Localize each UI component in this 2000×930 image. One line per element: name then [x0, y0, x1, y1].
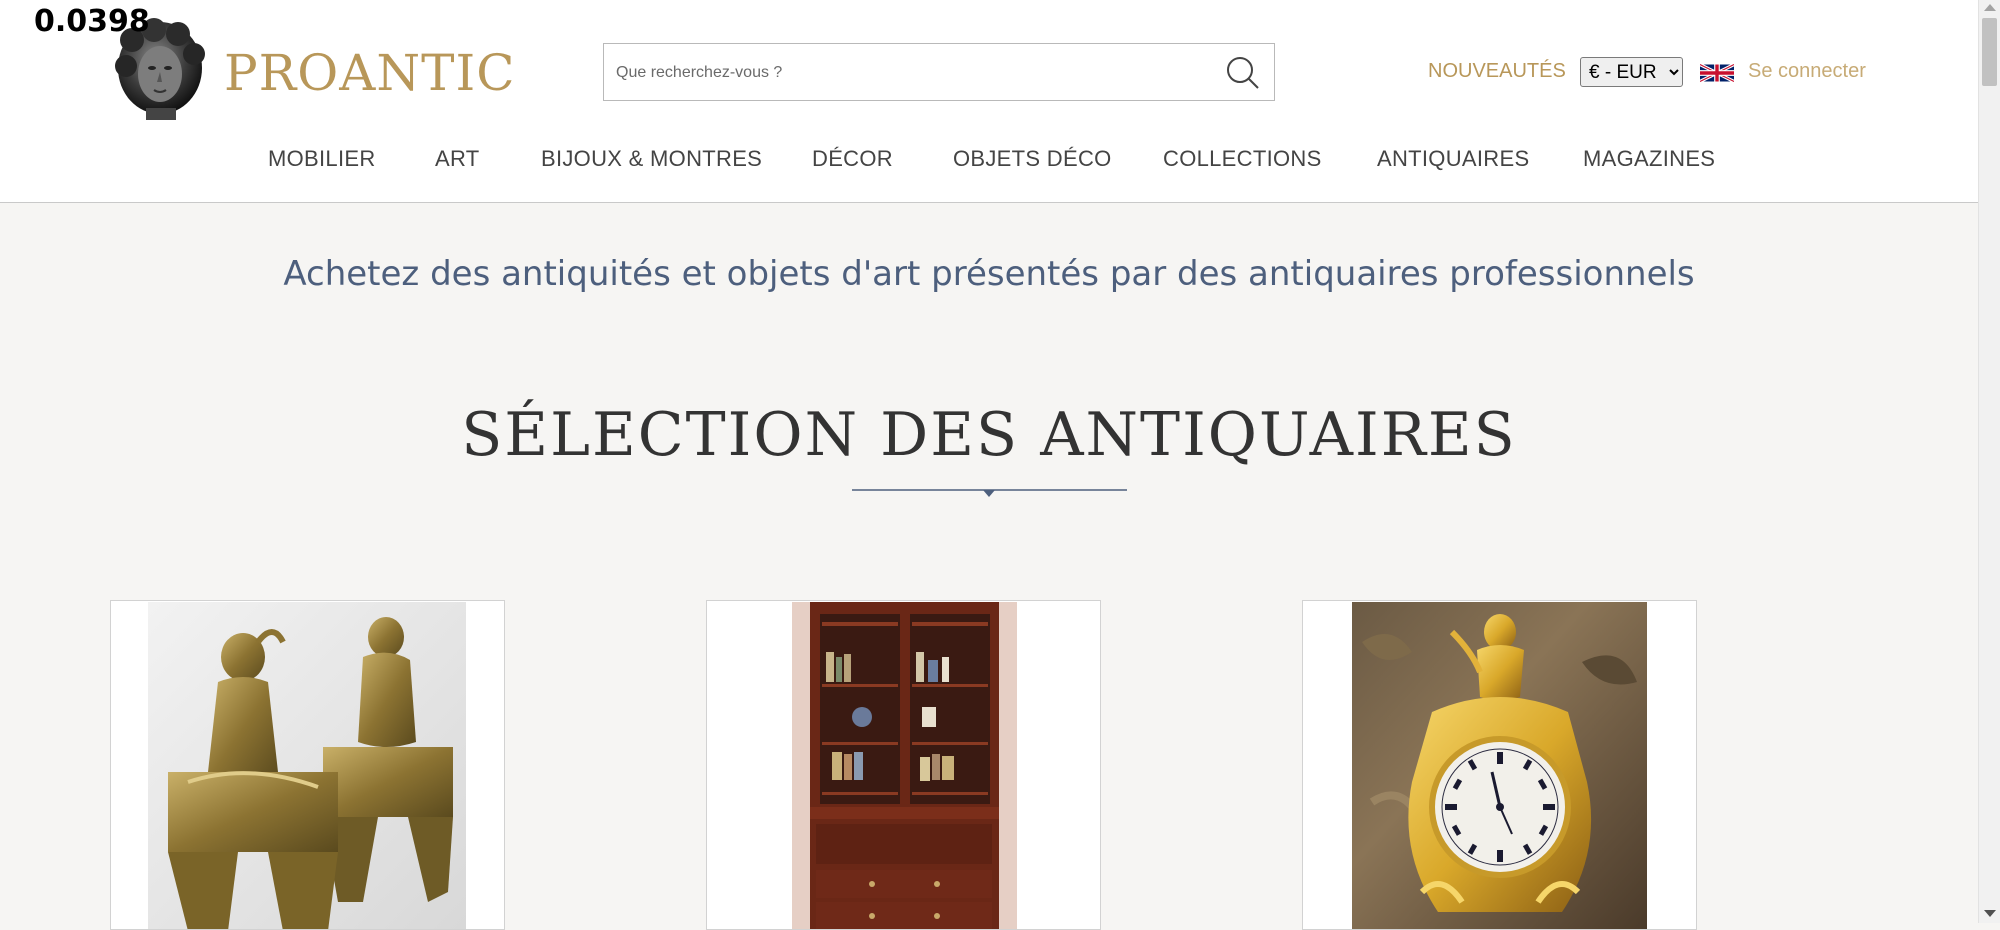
nav-item-mobilier[interactable]: MOBILIER — [268, 146, 376, 172]
currency-select[interactable]: € - EUR — [1580, 57, 1683, 87]
title-divider — [852, 489, 1127, 497]
debug-value: 0.0398 — [34, 4, 150, 39]
product-card[interactable] — [110, 600, 505, 930]
main-nav: MOBILIER ART BIJOUX & MONTRES DÉCOR OBJE… — [0, 146, 1978, 182]
product-card[interactable] — [706, 600, 1101, 930]
nav-item-collections[interactable]: COLLECTIONS — [1163, 146, 1322, 172]
nav-item-antiquaires[interactable]: ANTIQUAIRES — [1377, 146, 1529, 172]
search-input[interactable] — [614, 44, 1208, 102]
section-title: SÉLECTION DES ANTIQUAIRES — [461, 400, 1517, 470]
nav-item-art[interactable]: ART — [435, 146, 480, 172]
nouveautes-link[interactable]: NOUVEAUTÉS — [1428, 60, 1566, 83]
search-icon[interactable] — [1220, 52, 1264, 92]
scroll-thumb[interactable] — [1982, 18, 1997, 86]
tagline: Achetez des antiquités et objets d'art p… — [283, 254, 1695, 294]
nav-item-objets-deco[interactable]: OBJETS DÉCO — [953, 146, 1112, 172]
nav-item-magazines[interactable]: MAGAZINES — [1583, 146, 1715, 172]
scroll-up-arrow-icon[interactable] — [1984, 4, 1996, 11]
page: 0.0398 PROANTIC Que recherchez-vous ? NO… — [0, 0, 1978, 930]
nav-item-bijoux-montres[interactable]: BIJOUX & MONTRES — [541, 146, 762, 172]
nav-item-decor[interactable]: DÉCOR — [812, 146, 893, 172]
product-card[interactable] — [1302, 600, 1697, 930]
search-bar — [603, 43, 1275, 102]
product-image-bookcase[interactable] — [792, 602, 1017, 930]
product-image-bronze-chenets[interactable] — [148, 602, 466, 930]
product-image-gilt-clock[interactable] — [1352, 602, 1647, 930]
vertical-scrollbar[interactable] — [1978, 0, 2000, 923]
uk-flag-icon[interactable] — [1700, 60, 1734, 86]
login-link[interactable]: Se connecter — [1748, 60, 1866, 83]
scroll-down-arrow-icon[interactable] — [1984, 910, 1996, 917]
site-header: PROANTIC NOUVEAUTÉS € - EUR Se connecter… — [0, 0, 1978, 203]
brand-logo[interactable]: PROANTIC — [224, 44, 516, 102]
